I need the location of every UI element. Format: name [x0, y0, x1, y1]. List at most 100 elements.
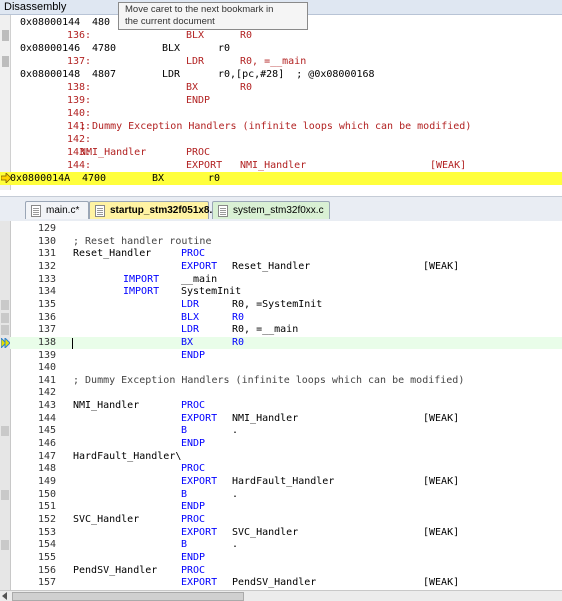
disassembly-source-line[interactable]: 138: BX R0: [10, 81, 562, 94]
editor-line[interactable]: 132 EXPORT Reset_Handler [WEAK]: [10, 261, 562, 274]
line-number: 141: [38, 374, 57, 386]
tab-main-c[interactable]: main.c*: [25, 201, 89, 219]
editor-line[interactable]: 150 B.: [10, 489, 562, 502]
disassembly-source-line[interactable]: 141:; Dummy Exception Handlers (infinite…: [10, 120, 562, 133]
editor-line[interactable]: 130 ; Reset handler routine: [10, 236, 562, 249]
disassembly-source-line[interactable]: 140:: [10, 107, 562, 120]
editor-line[interactable]: 143 NMI_Handler PROC: [10, 400, 562, 413]
tab-startup-s[interactable]: startup_stm32f051x8.s: [89, 201, 218, 219]
editor-line[interactable]: 135 LDR R0, =SystemInit: [10, 299, 562, 312]
editor-line[interactable]: 147 HardFault_Handler\: [10, 451, 562, 464]
editor-line[interactable]: 142: [10, 387, 562, 400]
editor-line[interactable]: 148 PROC: [10, 463, 562, 476]
code-operand: R0: [232, 336, 245, 348]
code-mnemonic: B: [181, 488, 188, 500]
editor-line[interactable]: 149 EXPORT HardFault_Handler [WEAK]: [10, 476, 562, 489]
code-mnemonic: PROC: [181, 400, 206, 412]
editor-line[interactable]: 137 LDR R0, =__main: [10, 324, 562, 337]
code-mnemonic: PROC: [181, 513, 206, 525]
editor-line[interactable]: 136 BLX R0: [10, 312, 562, 325]
instruction-opcode: 4807: [92, 69, 117, 80]
disassembly-source-line[interactable]: 144: EXPORT NMI_Handler [WEAK]: [10, 159, 562, 172]
editor-line[interactable]: 129: [10, 223, 562, 236]
editor-line[interactable]: 155 ENDP: [10, 552, 562, 565]
breakpoint-marker[interactable]: [1, 426, 9, 437]
editor-line[interactable]: 152 SVC_Handler PROC: [10, 514, 562, 527]
source-line-number: 140:: [67, 108, 92, 119]
line-number: 138: [38, 336, 57, 348]
editor-line[interactable]: 151 ENDP: [10, 501, 562, 514]
code-mnemonic: LDR: [181, 298, 200, 310]
code-operand: HardFault_Handler: [232, 476, 335, 487]
horizontal-scrollbar[interactable]: [0, 590, 562, 601]
disassembly-breakpoint-marker[interactable]: [2, 56, 9, 67]
editor-line[interactable]: 133 IMPORT __main: [10, 274, 562, 287]
scroll-left-icon[interactable]: [2, 592, 7, 600]
line-number: 134: [38, 286, 57, 298]
editor-line[interactable]: 139 ENDP: [10, 350, 562, 363]
editor-line[interactable]: 134 IMPORT SystemInit: [10, 286, 562, 299]
code-weak-attr: [WEAK]: [423, 577, 460, 589]
disassembly-asm-line[interactable]: 0x08000146 4780 BLX r0: [10, 42, 562, 55]
line-number: 155: [38, 551, 57, 563]
source-editor[interactable]: 129 130 ; Reset handler routine 131 Reset_Ha…: [0, 221, 562, 590]
disassembly-current-line[interactable]: 0x0800014A 4700 BX r0: [0, 172, 562, 185]
bookmark-tooltip: Move caret to the next bookmark in the c…: [118, 2, 308, 30]
editor-line[interactable]: 140: [10, 362, 562, 375]
tab-system-c[interactable]: system_stm32f0xx.c: [212, 201, 330, 219]
disassembly-breakpoint-marker[interactable]: [2, 30, 9, 41]
code-mnemonic: PROC: [181, 463, 206, 475]
instruction-mnemonic: BLX: [162, 43, 181, 54]
source-mnemonic: EXPORT: [186, 160, 223, 171]
editor-line[interactable]: 153 EXPORT SVC_Handler [WEAK]: [10, 527, 562, 540]
code-operand: .: [232, 539, 239, 551]
c-file-icon: [31, 205, 41, 217]
line-number: 129: [38, 223, 57, 234]
editor-line[interactable]: 156 PendSV_Handler PROC: [10, 565, 562, 578]
breakpoint-marker[interactable]: [1, 489, 9, 500]
line-number: 148: [38, 463, 57, 475]
code-mnemonic: BLX: [181, 311, 200, 323]
disassembly-source-line[interactable]: 142:: [10, 133, 562, 146]
editor-line[interactable]: 144 EXPORT NMI_Handler [WEAK]: [10, 413, 562, 426]
disassembly-source-line[interactable]: 139: ENDP: [10, 94, 562, 107]
code-directive: IMPORT: [123, 273, 160, 285]
line-number: 139: [38, 349, 57, 361]
breakpoint-marker[interactable]: [1, 325, 9, 336]
code-label: SVC_Handler: [73, 513, 140, 525]
tab-label: startup_stm32f051x8.s: [110, 205, 218, 216]
code-operand: NMI_Handler: [232, 412, 299, 424]
breakpoint-marker[interactable]: [1, 312, 9, 323]
editor-current-line[interactable]: 138 BX R0: [10, 336, 562, 350]
disassembly-source-line[interactable]: 137: LDR R0, =__main: [10, 55, 562, 68]
code-mnemonic: ENDP: [181, 501, 206, 513]
line-number: 136: [38, 311, 57, 323]
editor-line[interactable]: 146 ENDP: [10, 438, 562, 451]
code-mnemonic: PROC: [181, 248, 206, 260]
code-label: PendSV_Handler: [73, 564, 158, 576]
code-operand: PendSV_Handler: [232, 577, 317, 589]
tooltip-line-2: the current document: [125, 16, 215, 27]
line-number: 149: [38, 476, 57, 487]
code-operand: .: [232, 488, 239, 500]
code-operand: __main: [181, 273, 218, 285]
line-number: 152: [38, 513, 57, 525]
disassembly-source-line[interactable]: 136: BLX R0: [10, 29, 562, 42]
code-operand: R0, =__main: [232, 324, 299, 336]
editor-line[interactable]: 145 B.: [10, 425, 562, 438]
source-comment: ; Dummy Exception Handlers (infinite loo…: [80, 121, 472, 132]
breakpoint-marker[interactable]: [1, 540, 9, 551]
disassembly-source-line[interactable]: 143: NMI_Handler PROC: [10, 146, 562, 159]
line-number: 143: [38, 400, 57, 412]
code-mnemonic: BX: [181, 336, 194, 348]
source-line-number: 142:: [67, 134, 92, 145]
line-number: 156: [38, 564, 57, 576]
editor-line[interactable]: 141 ; Dummy Exception Handlers (infinite …: [10, 375, 562, 388]
editor-line[interactable]: 157 EXPORT PendSV_Handler [WEAK]: [10, 577, 562, 590]
editor-line[interactable]: 154 B.: [10, 539, 562, 552]
code-operand: SystemInit: [181, 286, 242, 298]
editor-line[interactable]: 131 Reset_Handler PROC: [10, 248, 562, 261]
disassembly-asm-line[interactable]: 0x08000148 4807 LDR r0,[pc,#28] ; @0x080001…: [10, 68, 562, 81]
breakpoint-marker[interactable]: [1, 299, 9, 310]
disassembly-pane[interactable]: 0x08000144480; @0x08000164136:BLXR00x080…: [0, 15, 562, 190]
